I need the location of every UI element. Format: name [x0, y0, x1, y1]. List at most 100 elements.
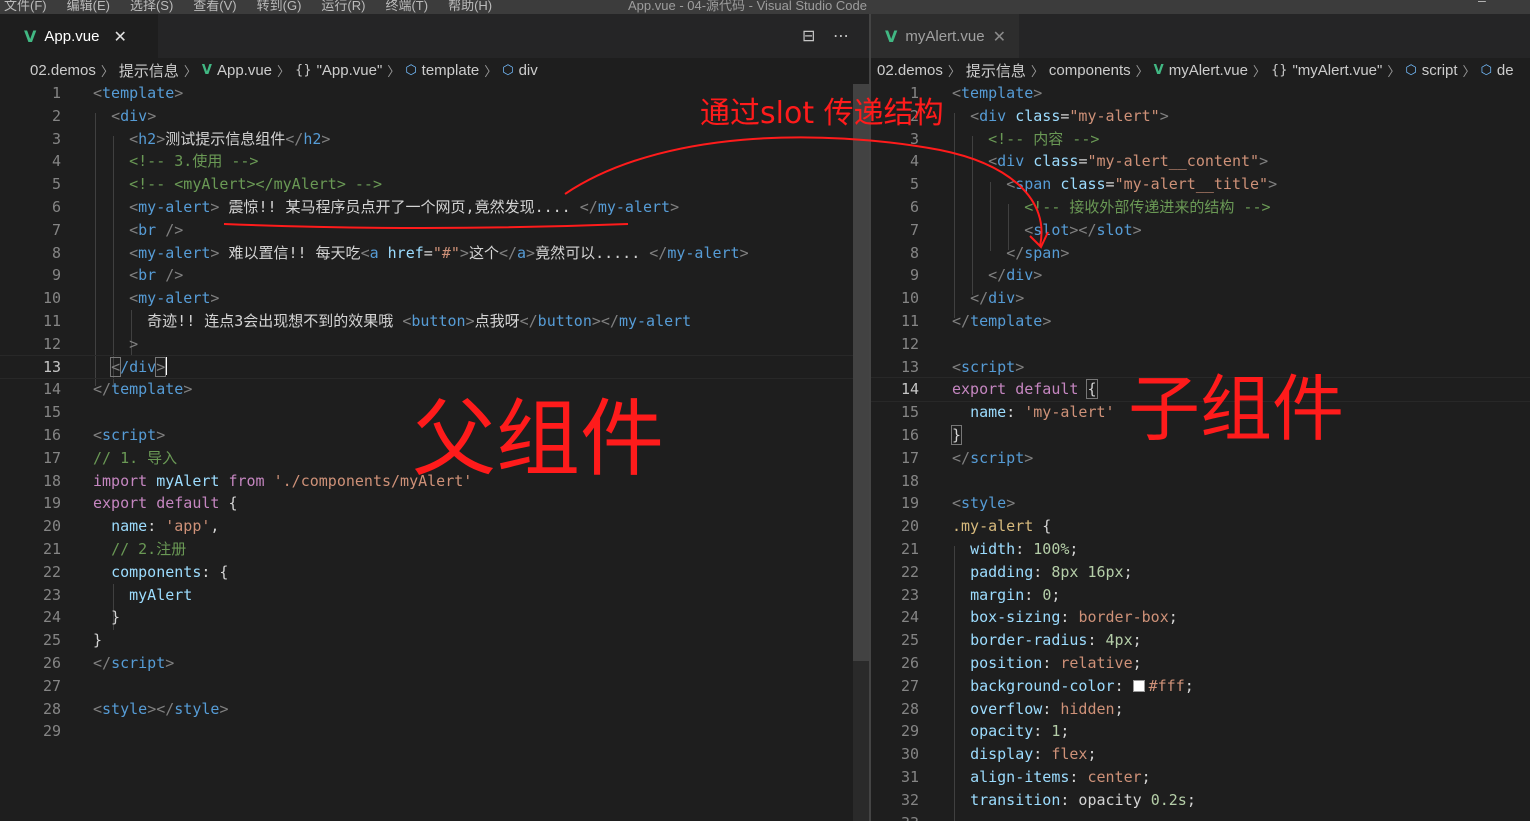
code-line: 27	[42, 676, 61, 695]
annotation-slot-text: 通过slot 传递结构	[700, 96, 944, 131]
vue-file-icon: V	[24, 26, 37, 46]
code-line: 7 <slot></slot>	[909, 220, 1142, 239]
text-cursor	[165, 356, 168, 375]
chevron-right-icon: 〉	[1030, 64, 1044, 80]
code-line: 8 </span>	[909, 243, 1070, 262]
code-line: 29 opacity: 1;	[900, 722, 1070, 741]
code-line: 26 </script>	[42, 653, 175, 672]
code-line: 22 components: {	[42, 562, 229, 581]
cube-icon: ⬡	[1405, 62, 1417, 78]
code-line: 5 <span class="my-alert__title">	[909, 175, 1278, 194]
minimize-button[interactable]: —	[1478, 0, 1486, 9]
code-line: 29	[42, 722, 61, 741]
tab-bar: V myAlert.vue ✕	[871, 14, 1530, 58]
split-editor-icon[interactable]: ⊟	[802, 26, 815, 45]
breadcrumb-item[interactable]: ⬡ script 〉	[1405, 61, 1480, 80]
breadcrumb-item[interactable]: ⬡ template 〉	[405, 61, 502, 80]
menu-bar: 文件(F) 编辑(E) 选择(S) 查看(V) 转到(G) 运行(R) 终端(T) 帮助(H)	[4, 0, 512, 14]
breadcrumb-item[interactable]: ⬡ de	[1481, 62, 1514, 79]
annotation-child-text: 子组件	[1128, 367, 1345, 451]
tab-myalert-vue[interactable]: V myAlert.vue ✕	[871, 14, 1019, 58]
breadcrumb-item[interactable]: {} "myAlert.vue" 〉	[1271, 61, 1405, 80]
code-line: 24 }	[42, 608, 121, 627]
title-bar: 文件(F) 编辑(E) 选择(S) 查看(V) 转到(G) 运行(R) 终端(T) 帮助(H)…	[0, 0, 1530, 14]
code-line: 12 >	[42, 334, 139, 353]
code-line: 5 <!-- <myAlert></myAlert> -->	[51, 175, 382, 194]
annotation-parent-text: 父组件	[412, 390, 665, 488]
chevron-right-icon: 〉	[1387, 64, 1401, 80]
vue-file-icon: V	[201, 62, 212, 78]
chevron-right-icon: 〉	[183, 64, 197, 80]
code-line: 7 <br />	[51, 220, 184, 239]
breadcrumb-item[interactable]: components 〉	[1049, 61, 1154, 80]
breadcrumb: 02.demos 〉 提示信息〉 components 〉 VmyAlert.vue…	[871, 58, 1530, 82]
tab-app-vue[interactable]: V App.vue ✕	[0, 14, 158, 58]
tab-bar: V App.vue ✕ ⊟ ⋯	[0, 14, 869, 58]
breadcrumb-item[interactable]: 02.demos 〉	[877, 61, 966, 80]
cube-icon: ⬡	[405, 62, 417, 78]
code-line: 9 <br />	[51, 266, 184, 285]
chevron-right-icon: 〉	[387, 64, 401, 80]
code-line: 28 overflow: hidden;	[900, 699, 1124, 718]
code-line: 8 <my-alert> 难以置信!! 每天吃<a href="#">这个</a…	[51, 243, 749, 262]
cube-icon: ⬡	[502, 62, 514, 78]
close-icon[interactable]: ✕	[993, 27, 1006, 46]
code-line: 4 <!-- 3.使用 -->	[51, 152, 259, 171]
window-title: App.vue - 04-源代码 - Visual Studio Code	[628, 0, 867, 13]
tab-label: myAlert.vue	[905, 27, 985, 45]
code-line: 24 box-sizing: border-box;	[900, 608, 1178, 627]
tab-label: App.vue	[44, 27, 100, 45]
code-line: 23 margin: 0;	[900, 585, 1061, 604]
menu-file[interactable]: 文件(F)	[4, 0, 47, 13]
chevron-right-icon: 〉	[277, 64, 291, 80]
code-line: 20 name: 'app',	[42, 517, 220, 536]
code-line: 11 奇迹!! 连点3会出现想不到的效果哦 <button>点我呀</butto…	[42, 311, 692, 330]
code-line: 30 display: flex;	[900, 745, 1097, 764]
chevron-right-icon: 〉	[484, 64, 498, 80]
breadcrumb-item[interactable]: 02.demos 〉	[30, 61, 119, 80]
menu-view[interactable]: 查看(V)	[193, 0, 236, 13]
code-line: 18	[900, 471, 919, 490]
code-line: 21 width: 100%;	[900, 539, 1079, 558]
breadcrumb: 02.demos 〉 提示信息〉 V App.vue 〉 {} "App.vue" 〉 ⬡…	[0, 58, 869, 82]
menu-terminal[interactable]: 终端(T)	[385, 0, 428, 13]
chevron-right-icon: 〉	[1135, 64, 1149, 80]
close-icon[interactable]: ✕	[113, 27, 126, 46]
breadcrumb-item[interactable]: 提示信息〉	[119, 60, 202, 81]
breadcrumb-item[interactable]: V App.vue 〉	[202, 61, 295, 80]
code-line: 11 </template>	[900, 311, 1052, 330]
breadcrumb-item[interactable]: ⬡ div	[502, 62, 538, 79]
breadcrumb-item[interactable]: 提示信息〉	[966, 60, 1049, 81]
code-line: 1 <template>	[909, 84, 1043, 102]
code-line: 21 // 2.注册	[42, 539, 187, 558]
menu-help[interactable]: 帮助(H)	[448, 0, 492, 13]
menu-run[interactable]: 运行(R)	[321, 0, 365, 13]
vue-file-icon: V	[885, 26, 898, 46]
code-line: 19 export default {	[42, 494, 238, 513]
menu-selection[interactable]: 选择(S)	[130, 0, 173, 13]
code-line: 26 position: relative;	[900, 653, 1142, 672]
menu-edit[interactable]: 编辑(E)	[67, 0, 110, 13]
code-line: 23 myAlert	[42, 585, 193, 604]
color-swatch[interactable]	[1132, 679, 1145, 692]
code-line: 25}	[42, 631, 103, 650]
scrollbar-thumb[interactable]	[853, 84, 869, 661]
code-line: 20 .my-alert {	[900, 517, 1052, 536]
code-line: 32 transition: opacity 0.2s;	[900, 790, 1196, 809]
cube-icon: ⬡	[1480, 62, 1492, 78]
vue-file-icon: V	[1153, 62, 1164, 78]
breadcrumb-item[interactable]: VmyAlert.vue 〉	[1154, 61, 1271, 80]
breadcrumb-item[interactable]: {} "App.vue" 〉	[295, 61, 405, 80]
code-line: 33	[871, 812, 1530, 821]
menu-go[interactable]: 转到(G)	[257, 0, 302, 13]
code-line: 10 <my-alert>	[42, 289, 220, 308]
code-line: 28 <style></style>	[42, 699, 229, 718]
chevron-right-icon: 〉	[1252, 64, 1266, 80]
code-line: 6 <!-- 接收外部传递进来的结构 -->	[909, 197, 1271, 216]
more-actions-icon[interactable]: ⋯	[833, 26, 849, 45]
code-line: 22 padding: 8px 16px;	[900, 562, 1133, 581]
chevron-right-icon: 〉	[947, 64, 961, 80]
code-line: 31 align-items: center;	[900, 767, 1151, 786]
chevron-right-icon: 〉	[100, 64, 114, 80]
code-line: 2 <div class="my-alert">	[909, 106, 1169, 125]
